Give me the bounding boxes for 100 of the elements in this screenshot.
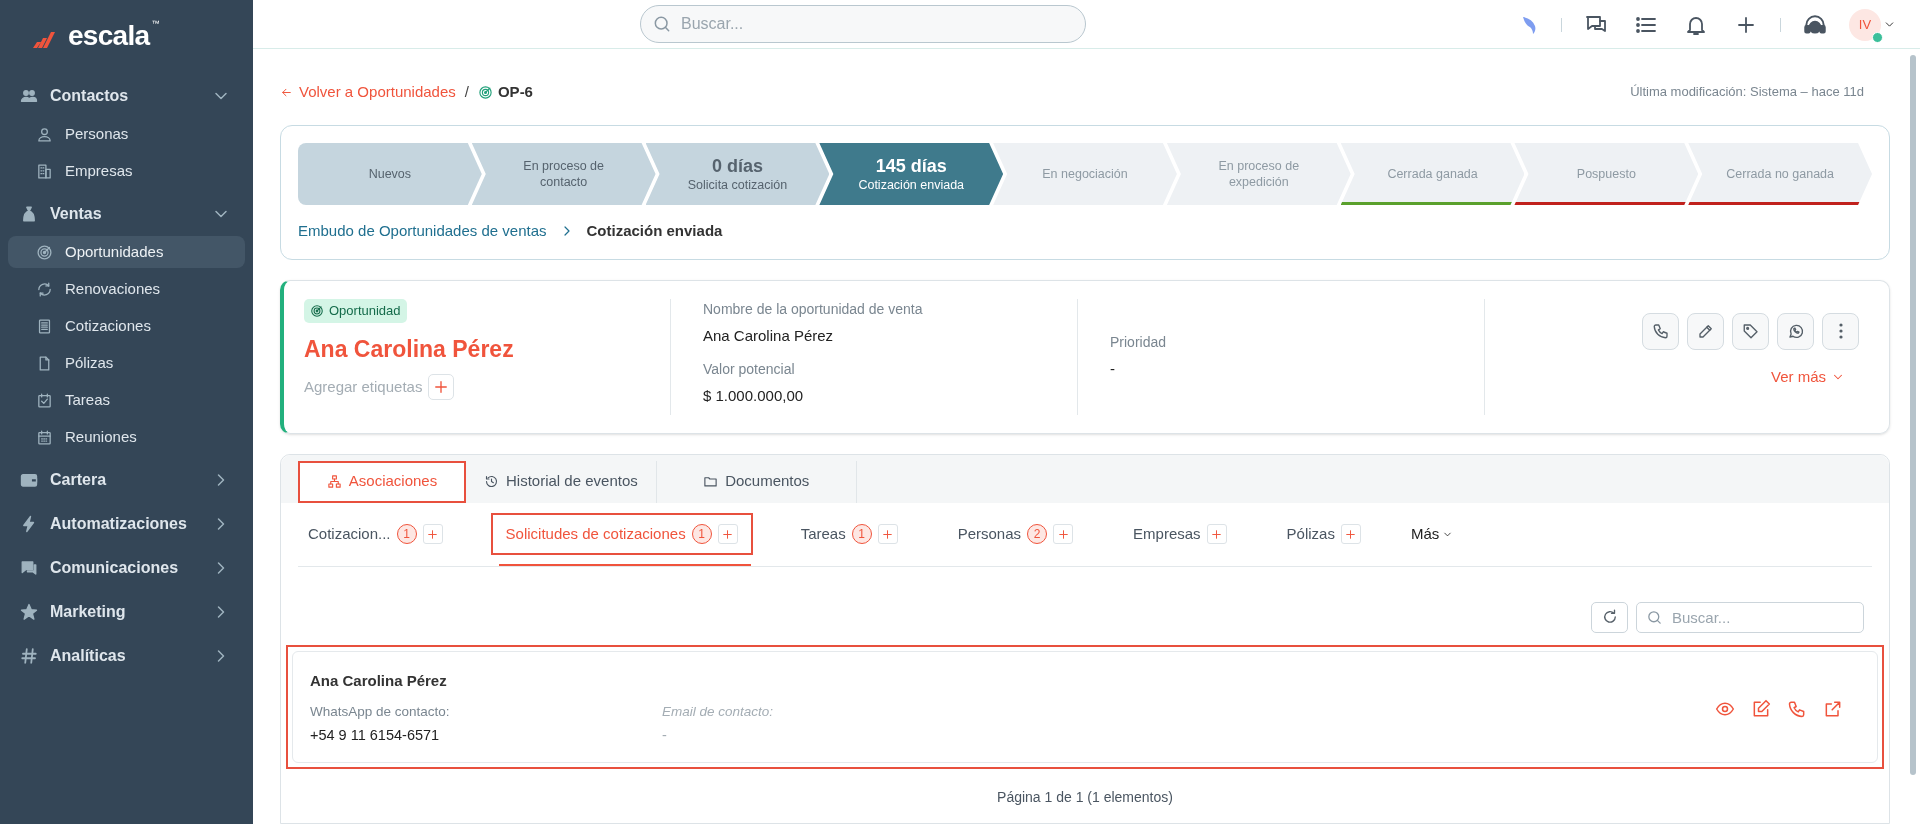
add-button[interactable] [717,524,738,544]
sidebar-section[interactable]: Cartera [8,458,245,502]
plus-icon [1210,527,1224,541]
sidebar-item[interactable]: Cotizaciones [8,310,245,342]
field-label: Valor potencial [703,360,796,379]
sidebar-item[interactable]: Renovaciones [8,273,245,305]
pencil-icon [1696,322,1715,340]
add-button[interactable] [1206,524,1227,544]
scrollbar-thumb[interactable] [1910,55,1916,775]
sidebar-section[interactable]: Marketing [8,590,245,634]
trademark-sign: ™ [151,18,160,30]
tag-icon [1741,322,1760,340]
wallet-icon [20,471,38,489]
pagination-text: Página 1 de 1 (1 elementos) [996,787,1174,807]
add-tags-label: Agregar etiquetas [304,376,423,397]
target-icon [477,84,493,100]
add-button[interactable] [422,524,443,544]
funnel-link[interactable]: Embudo de Oportunidades de ventas [298,220,547,243]
search-field[interactable]: Buscar... [640,5,1086,43]
document-list-icon [36,317,53,335]
tag-button[interactable] [1732,312,1769,350]
sidebar-item[interactable]: Personas [8,118,245,150]
opportunity-name: Ana Carolina Pérez [304,334,515,364]
pipeline-stage[interactable]: 0 días Solicita cotización [645,143,830,205]
current-stage-text: Cotización enviada [586,221,723,241]
count-badge: 1 [691,524,712,544]
field-value: Ana Carolina Pérez [703,325,835,346]
field-label: Prioridad [1110,333,1168,353]
sidebar-section[interactable]: Ventas [8,192,245,236]
sidebar-section[interactable]: Comunicaciones [8,546,245,590]
logo-wordmark: escala [68,22,150,50]
field-value: - [1110,359,1116,380]
plus-icon [1056,527,1070,541]
more-options-button[interactable] [1822,312,1859,350]
record-id: OP-6 [497,81,533,102]
phone-icon [1651,322,1670,340]
money-bag-icon [20,205,38,223]
sidebar-item[interactable]: Reuniones [8,421,245,453]
sidebar-section[interactable]: Contactos [8,74,245,118]
hashtag-icon [20,647,38,665]
search-icon [652,14,672,34]
search-field[interactable]: Buscar... [1636,601,1864,633]
calendar-icon [36,428,53,446]
sidebar-item[interactable]: Pólizas [8,347,245,379]
sidebar-section[interactable]: Analíticas [8,634,245,678]
target-icon [36,243,53,261]
subtab[interactable]: Pólizas [1276,515,1371,553]
whatsapp-button[interactable] [1777,312,1814,350]
subtab[interactable]: Empresas [1123,515,1237,553]
hierarchy-icon [326,474,342,489]
record-title: Ana Carolina Pérez [310,670,448,691]
refresh-button[interactable] [1591,601,1628,633]
subtab[interactable]: Tareas 1 [790,515,908,553]
calendar-check-icon [36,391,53,409]
count-badge: 1 [396,524,417,544]
people-icon [20,87,38,105]
field-value: $ 1.000.000,00 [703,386,805,406]
more-tabs-button[interactable]: Más [1410,522,1454,546]
field-label: WhatsApp de contacto: [310,703,451,721]
edit-button[interactable] [1687,312,1724,350]
field-label: Nombre de la oportunidad de venta [703,299,924,319]
sidebar-item[interactable]: Oportunidades [8,236,245,268]
add-button[interactable] [1340,524,1361,544]
folder-icon [703,474,719,489]
pipeline-stage[interactable]: Nuevos [298,143,482,205]
person-icon [36,125,53,143]
plus-icon [1344,527,1358,541]
plus-icon [881,527,895,541]
sidebar-section[interactable]: Automatizaciones [8,502,245,546]
count-badge: 1 [851,524,872,544]
subtab[interactable]: Solicitudes de cotizaciones 1 [492,515,751,553]
subtab[interactable]: Cotizacion... 1 [298,515,453,553]
plus-icon [426,527,440,541]
refresh-icon [36,280,53,298]
count-badge: 2 [1027,524,1048,544]
add-button[interactable] [877,524,898,544]
tab[interactable]: Documentos [656,460,857,503]
field-label: Email de contacto: [662,703,775,721]
see-more-link[interactable]: Ver más [1770,365,1845,388]
edit-icon [1751,698,1771,719]
field-value: - [662,726,668,746]
pipeline-stage[interactable]: 145 días Cotización enviada [819,143,1004,205]
tab[interactable]: Asociaciones [298,460,466,503]
opportunity-badge: Oportunidad [304,298,407,323]
star-icon [20,603,38,621]
plus-icon [721,527,735,541]
tab[interactable]: Historial de eventos [466,460,657,503]
add-button[interactable] [1053,524,1074,544]
back-link[interactable]: Volver a Oportunidades [280,80,456,104]
field-value: +54 9 11 6154-6571 [310,726,441,746]
sidebar-item[interactable]: Tareas [8,384,245,416]
call-button[interactable] [1642,312,1679,350]
pipeline-stage[interactable]: En proceso de contacto [471,143,656,205]
target-icon [310,303,324,318]
building-icon [36,162,53,180]
add-tag-button[interactable] [428,374,455,400]
subtab[interactable]: Personas 2 [947,515,1084,553]
chat-bubbles-icon [20,559,38,577]
more-options-icon [1838,323,1843,339]
sidebar-item[interactable]: Empresas [8,155,245,187]
